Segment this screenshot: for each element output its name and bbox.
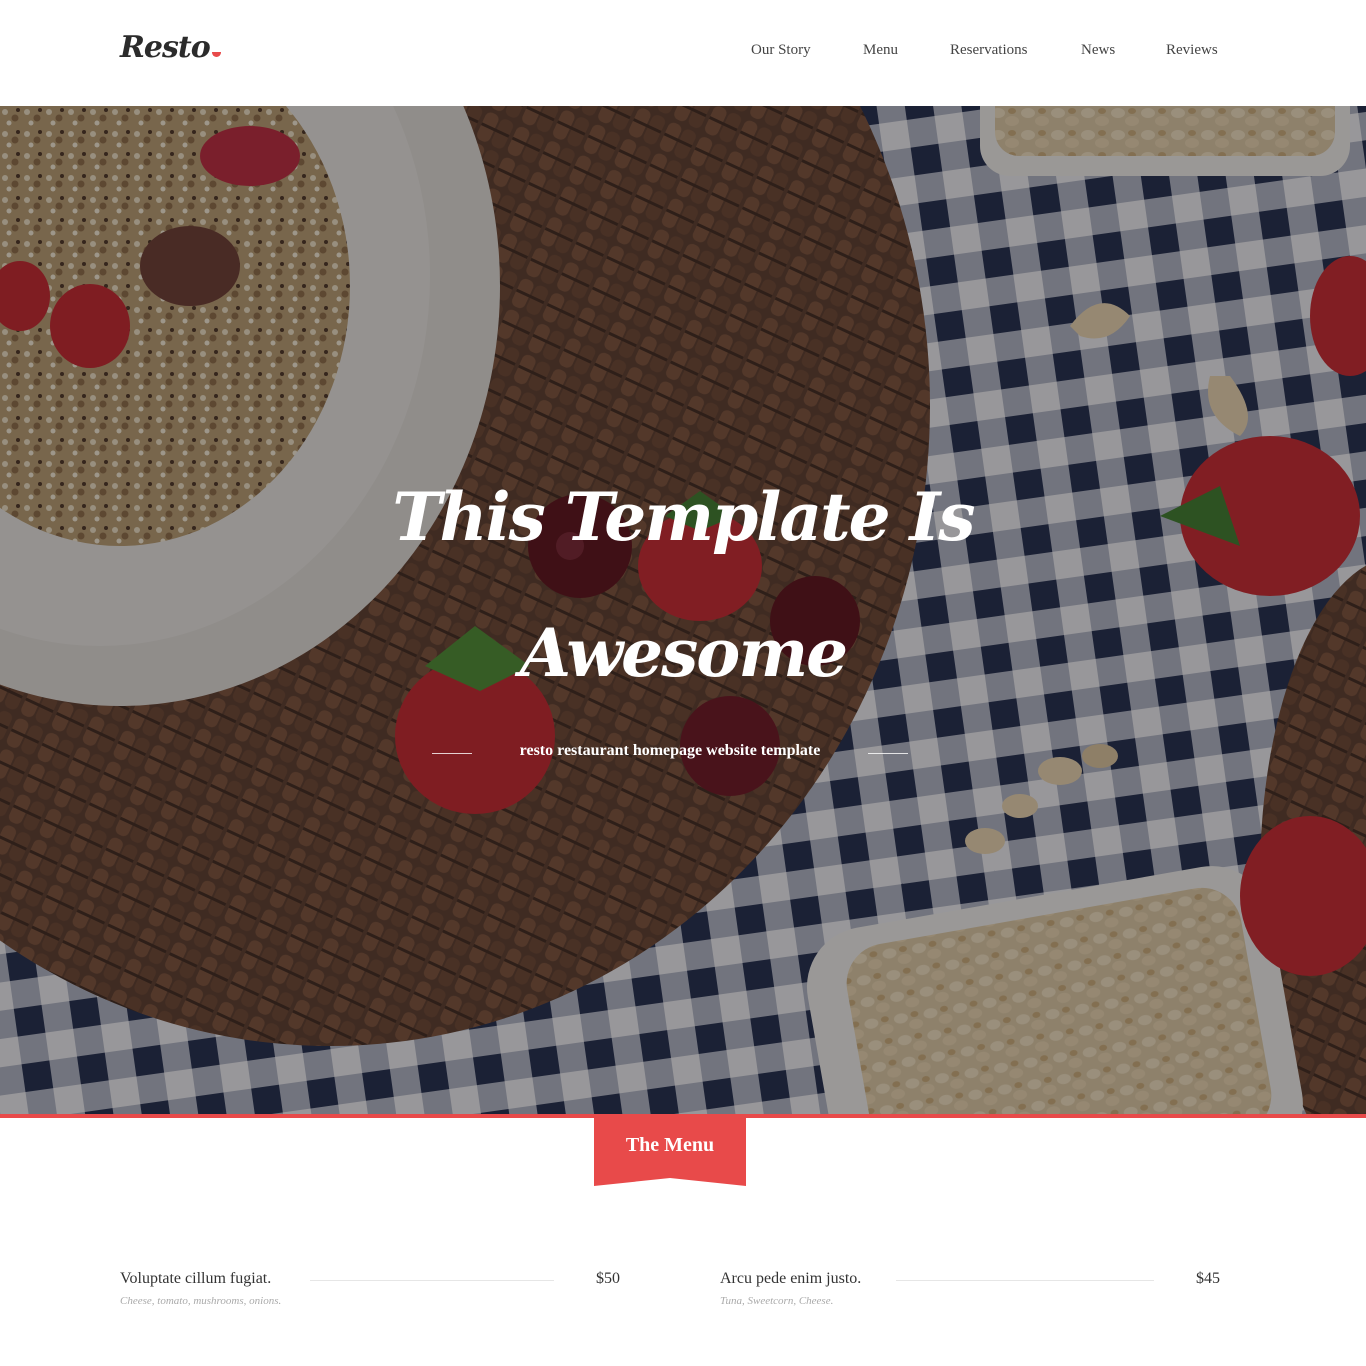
menu-item-price: $45 (1196, 1270, 1220, 1287)
hero-subtitle: resto restaurant homepage website templa… (519, 742, 821, 759)
hero-title-line2: Awesome (519, 614, 848, 692)
menu-section-title: The Menu (625, 1134, 715, 1156)
menu-item-name: Arcu pede enim justo. (720, 1270, 862, 1287)
menu-item-name: Voluptate cillum fugiat. (120, 1270, 272, 1287)
menu-item: Voluptate cillum fugiat. $50 Cheese, tom… (120, 1270, 620, 1314)
nav-menu[interactable]: Menu (863, 42, 898, 59)
nav-reviews[interactable]: Reviews (1166, 42, 1218, 59)
menu-item: Arcu pede enim justo. $45 Tuna, Sweetcor… (720, 1270, 1220, 1314)
menu-item-price: $50 (596, 1270, 620, 1287)
hero-section: This Template Is Awesome resto restauran… (0, 106, 1366, 1114)
main-nav: Our Story Menu Reservations News Reviews (0, 42, 1366, 62)
hero-title-line1: This Template Is (392, 478, 975, 556)
hero-subtitle-row: resto restaurant homepage website templa… (432, 742, 908, 766)
menu-item-description: Cheese, tomato, mushrooms, onions. (120, 1295, 282, 1307)
site-header: Resto Our Story Menu Reservations News R… (0, 0, 1366, 106)
hero-rule-right (868, 753, 908, 754)
hero-rule-left (432, 753, 472, 754)
menu-item-leader (310, 1280, 554, 1281)
hero-overlay (0, 106, 1366, 1114)
menu-item-description: Tuna, Sweetcorn, Cheese. (720, 1295, 834, 1307)
menu-ribbon: The Menu (594, 1118, 746, 1188)
nav-reservations[interactable]: Reservations (950, 42, 1027, 59)
menu-item-leader (896, 1280, 1154, 1281)
nav-our-story[interactable]: Our Story (751, 42, 811, 59)
nav-news[interactable]: News (1081, 42, 1115, 59)
